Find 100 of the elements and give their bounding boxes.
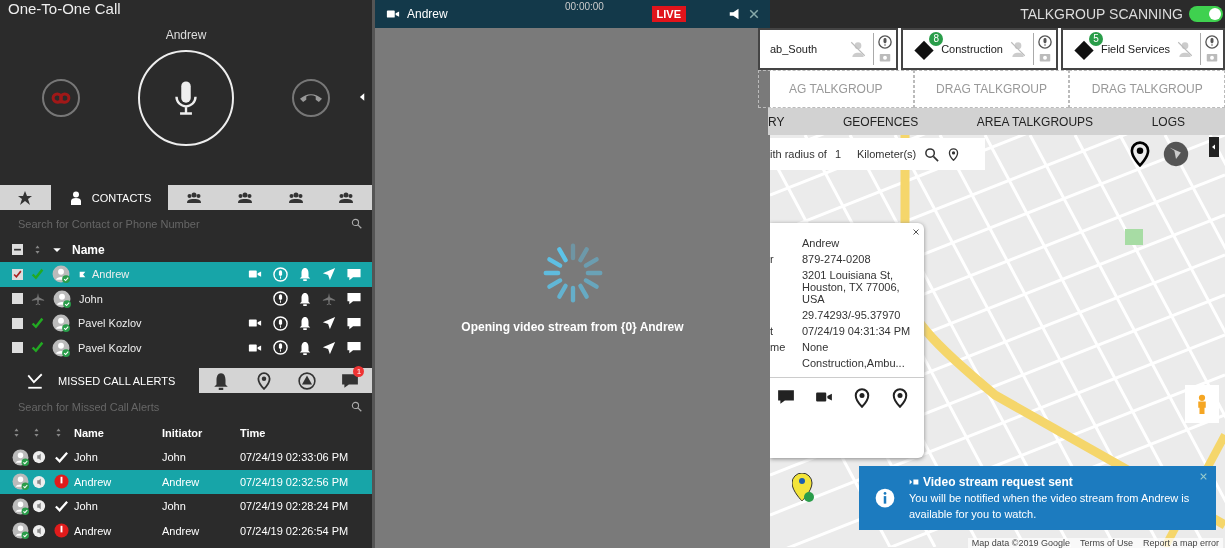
row-checkbox[interactable] [12, 268, 23, 280]
alert-search-field[interactable]: Search for Missed Call Alerts [16, 399, 351, 414]
nav-tab[interactable]: RY [768, 114, 785, 129]
checkmark-icon [31, 316, 44, 330]
stream-icon [909, 477, 919, 487]
count-badge: 5 [1088, 32, 1103, 46]
contact-row[interactable]: Pavel Kozlov [0, 311, 372, 336]
row-checkbox[interactable] [12, 293, 23, 305]
nav-tab[interactable]: AREA TALKGROUPS [976, 114, 1094, 129]
alerts-tab[interactable]: MISSED CALL ALERTS [0, 368, 199, 393]
bell-icon[interactable] [298, 340, 312, 355]
warning-icon [298, 371, 317, 390]
speaker-icon [32, 523, 46, 538]
sort-icon [54, 427, 63, 438]
video-title: Andrew [407, 7, 448, 21]
speaker-icon [32, 499, 46, 514]
close-icon[interactable] [748, 8, 760, 20]
count-badge: 1 [353, 365, 365, 377]
initiator-name: John [162, 500, 187, 513]
alert-row[interactable]: Andrew Andrew 07/24/19 02:26:54 PM [0, 518, 372, 543]
contact-row[interactable]: Pavel Kozlov [0, 335, 372, 360]
call-timer: 00:00:00 [565, 1, 604, 12]
radius-field[interactable]: 1 [834, 148, 841, 160]
search-icon[interactable] [924, 146, 940, 162]
toast-message: You will be notified when the video stream from Andrew is available for you to watch. [909, 491, 1191, 522]
initiator-name: Andrew [162, 524, 201, 537]
map-marker-icon [792, 473, 816, 505]
panel-title: One-To-One Call [7, 0, 122, 18]
bell-icon[interactable] [298, 316, 312, 331]
field-value: 29.74293/-95.37970 [802, 309, 902, 321]
location-pin-icon[interactable] [852, 388, 872, 408]
talkgroup-name: Construction [941, 43, 1003, 55]
record-button[interactable] [42, 79, 80, 117]
map-link[interactable]: Terms of Use [1079, 538, 1133, 548]
collapse-button[interactable] [1209, 137, 1219, 157]
nav-tab[interactable]: GEOFENCES [842, 114, 919, 129]
field-label: t [770, 325, 774, 337]
talkgroup-name: Field Services [1100, 43, 1170, 55]
checkmark-icon [54, 498, 69, 514]
avatar-icon [52, 265, 70, 284]
map-link[interactable]: Report a map error [1142, 538, 1219, 548]
column-header[interactable]: Name [74, 426, 158, 439]
caller-name: John [74, 500, 99, 513]
person-crossed-icon [1176, 40, 1194, 58]
contacts-tab[interactable]: CONTACTS [50, 185, 169, 210]
contact-row[interactable]: John [0, 286, 372, 311]
unit-dropdown[interactable]: Kilometer(s) [857, 148, 917, 160]
live-badge: LIVE [651, 6, 686, 22]
speaker-icon [32, 474, 46, 489]
chat-icon[interactable] [776, 388, 796, 406]
row-checkbox[interactable] [12, 342, 23, 354]
nav-tab[interactable]: LOGS [1151, 114, 1185, 129]
search-icon[interactable] [351, 401, 362, 412]
count-badge: 8 [929, 32, 944, 46]
sort-icon [33, 244, 42, 255]
speaker-icon[interactable] [728, 7, 742, 21]
checkmark-icon [31, 341, 44, 355]
contact-name: Pavel Kozlov [78, 341, 142, 354]
microphone-button[interactable] [138, 50, 234, 146]
call-time: 07/24/19 02:26:54 PM [240, 524, 350, 537]
alert-row[interactable]: John John 07/24/19 02:33:06 PM [0, 445, 372, 470]
avatar-icon [52, 338, 70, 357]
search-icon[interactable] [351, 218, 362, 229]
column-header[interactable]: Name [72, 242, 105, 257]
call-time: 07/24/19 02:33:06 PM [240, 451, 350, 464]
loading-message: Opening video stream from {0} Andrew [461, 320, 684, 334]
sort-icon [12, 427, 21, 438]
star-icon [17, 189, 34, 206]
location-pin-icon[interactable] [947, 146, 961, 162]
hang-up-button[interactable] [292, 79, 330, 117]
talkgroup-card[interactable]: 8 Construction [901, 28, 1058, 70]
radius-label: ith radius of [770, 148, 827, 160]
location-pin-icon[interactable] [890, 388, 910, 408]
chat-icon[interactable] [346, 340, 362, 356]
scanning-toggle[interactable] [1189, 6, 1223, 22]
chat-icon[interactable] [346, 315, 362, 331]
bell-icon[interactable] [298, 291, 312, 306]
alert-row[interactable]: John John 07/24/19 02:28:24 PM [0, 494, 372, 519]
talkgroup-card[interactable]: 5 Field Services [1060, 28, 1225, 70]
minus-checkbox-icon [12, 244, 23, 255]
contact-name: John [79, 292, 103, 305]
chat-icon[interactable] [346, 291, 362, 307]
alerts-tab[interactable]: 1 [328, 368, 372, 393]
location-arrow-icon[interactable] [322, 316, 336, 331]
talkgroup-name: ab_South [770, 43, 819, 55]
missed-icon [26, 371, 44, 390]
call-time: 07/24/19 02:32:56 PM [240, 475, 350, 488]
chat-icon [341, 371, 360, 390]
callee-name: Andrew [165, 28, 207, 42]
contact-name: Pavel Kozlov [78, 317, 142, 330]
field-value: 3201 Louisiana St, Houston, TX 77006, USA [802, 269, 901, 305]
column-header[interactable]: Time [240, 426, 372, 439]
talkgroup-card[interactable]: ab_South [758, 28, 899, 70]
column-header[interactable]: Initiator [162, 426, 236, 439]
row-checkbox[interactable] [12, 317, 23, 329]
alert-icon [54, 523, 69, 539]
initiator-name: John [162, 451, 187, 464]
caller-name: Andrew [74, 475, 113, 488]
close-icon[interactable] [912, 228, 920, 236]
location-arrow-icon[interactable] [322, 340, 336, 355]
